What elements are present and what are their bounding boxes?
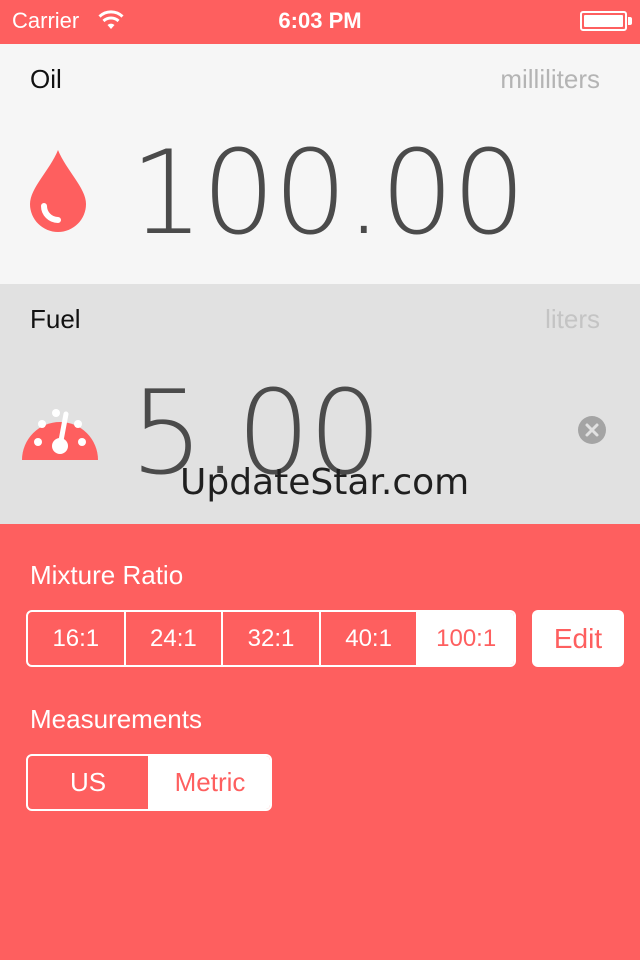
edit-button[interactable]: Edit [532, 610, 624, 667]
oil-label: Oil [30, 64, 62, 94]
battery-icon [580, 11, 627, 31]
measurement-option-metric[interactable]: Metric [150, 756, 270, 809]
fuel-panel[interactable]: Fuel liters 5.00 UpdateStar.com [0, 284, 640, 524]
watermark: UpdateStar.com [180, 462, 470, 503]
clock: 6:03 PM [278, 8, 362, 33]
battery-tip [628, 17, 632, 25]
oil-value[interactable]: 100.00 [130, 136, 526, 252]
measurements-control[interactable]: US Metric [26, 754, 272, 811]
oil-panel[interactable]: Oil milliliters 100.00 [0, 44, 640, 284]
measurement-option-us[interactable]: US [28, 756, 150, 809]
drop-icon [28, 148, 88, 237]
ratio-option-selected[interactable]: 100:1 [418, 612, 514, 665]
mixture-ratio-label: Mixture Ratio [30, 560, 184, 590]
gauge-icon [18, 396, 102, 469]
fuel-unit: liters [545, 304, 600, 334]
fuel-label: Fuel [30, 304, 81, 334]
ratio-option[interactable]: 40:1 [321, 612, 419, 665]
mixture-ratio-control[interactable]: 16:1 24:1 32:1 40:1 100:1 [26, 610, 516, 667]
measurements-label: Measurements [30, 704, 202, 734]
status-bar: Carrier 6:03 PM [0, 0, 640, 44]
ratio-option[interactable]: 16:1 [28, 612, 126, 665]
oil-unit: milliliters [500, 64, 600, 94]
ratio-option[interactable]: 32:1 [223, 612, 321, 665]
clear-icon[interactable] [577, 415, 607, 450]
ratio-option[interactable]: 24:1 [126, 612, 224, 665]
